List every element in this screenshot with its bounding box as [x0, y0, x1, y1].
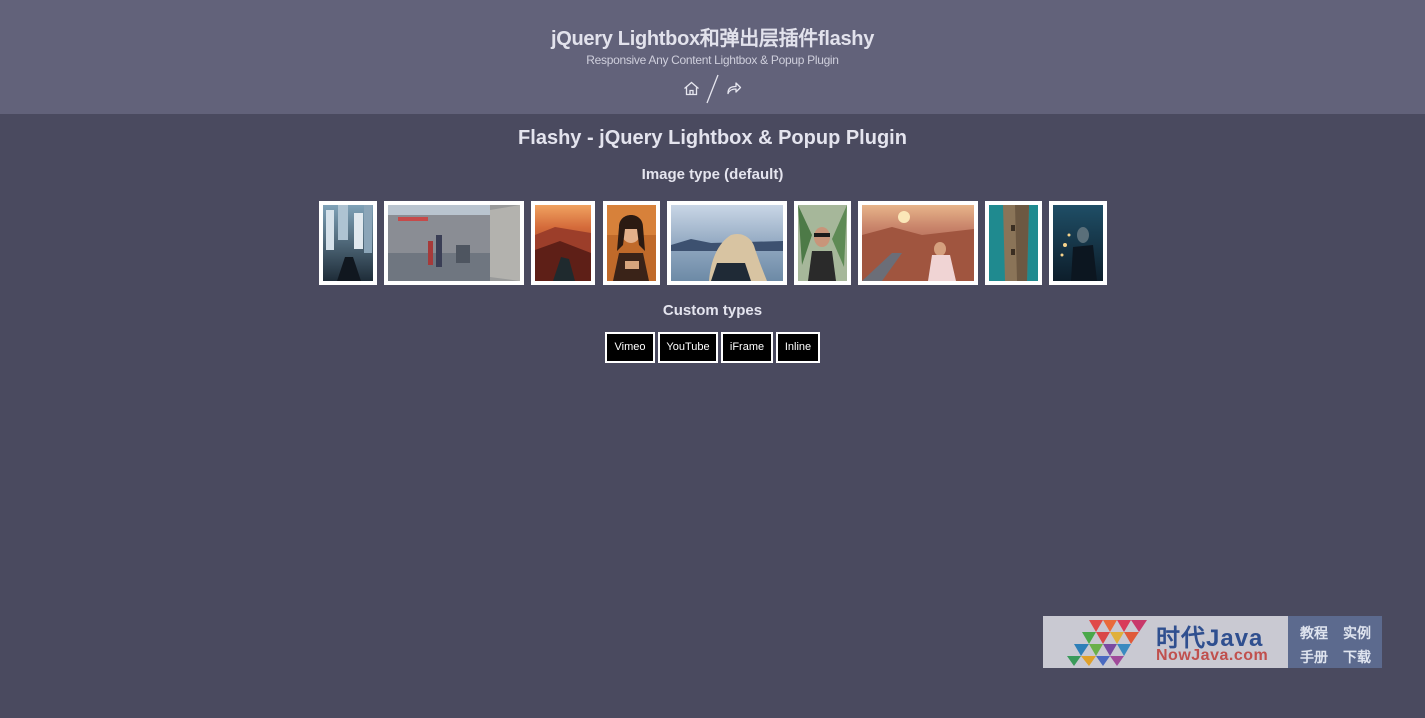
gallery-thumbnail[interactable] — [858, 201, 978, 285]
thumbnail-image — [535, 205, 591, 281]
vimeo-button[interactable]: Vimeo — [605, 332, 655, 363]
gallery-thumbnail[interactable] — [985, 201, 1042, 285]
thumbnail-image — [862, 205, 974, 281]
gallery-thumbnail[interactable] — [667, 201, 787, 285]
gallery-thumbnail[interactable] — [319, 201, 377, 285]
share-icon[interactable] — [726, 81, 742, 100]
site-watermark[interactable]: 时代Java NowJava.com 教程 实例 手册 下载 — [1043, 616, 1382, 668]
gallery-thumbnail[interactable] — [384, 201, 524, 285]
custom-type-buttons: Vimeo YouTube iFrame Inline — [0, 332, 1425, 363]
gallery-thumbnail[interactable] — [531, 201, 595, 285]
watermark-link-examples[interactable]: 实例 — [1343, 623, 1371, 643]
thumbnail-image — [798, 205, 847, 281]
iframe-button[interactable]: iFrame — [721, 332, 773, 363]
gallery-thumbnail[interactable] — [794, 201, 851, 285]
thumbnail-image — [989, 205, 1038, 281]
site-subtitle: Responsive Any Content Lightbox & Popup … — [586, 53, 839, 67]
thumbnail-image — [323, 205, 373, 281]
youtube-button[interactable]: YouTube — [658, 332, 718, 363]
image-gallery — [0, 201, 1425, 285]
home-icon[interactable] — [683, 81, 700, 101]
header-nav — [0, 74, 1425, 104]
watermark-links-panel: 教程 实例 手册 下载 — [1288, 616, 1382, 668]
gallery-thumbnail[interactable] — [1049, 201, 1107, 285]
page-title: Flashy - jQuery Lightbox & Popup Plugin — [518, 127, 907, 149]
watermark-link-tutorial[interactable]: 教程 — [1300, 623, 1328, 643]
watermark-brand-panel: 时代Java NowJava.com — [1043, 616, 1288, 668]
thumbnail-image — [607, 205, 656, 281]
inline-button[interactable]: Inline — [776, 332, 820, 363]
thumbnail-image — [1053, 205, 1103, 281]
triangle-logo-icon — [1067, 620, 1147, 666]
custom-types-heading: Custom types — [662, 302, 763, 319]
watermark-link-download[interactable]: 下载 — [1343, 647, 1371, 667]
nav-divider — [704, 74, 720, 109]
thumbnail-image — [388, 205, 520, 281]
image-type-heading: Image type (default) — [641, 166, 784, 183]
watermark-link-manual[interactable]: 手册 — [1300, 647, 1328, 667]
page-header: jQuery Lightbox和弹出层插件flashy Responsive A… — [0, 0, 1425, 114]
gallery-thumbnail[interactable] — [603, 201, 660, 285]
thumbnail-image — [671, 205, 783, 281]
site-title: jQuery Lightbox和弹出层插件flashy — [550, 28, 875, 50]
watermark-domain: NowJava.com — [1156, 647, 1269, 664]
